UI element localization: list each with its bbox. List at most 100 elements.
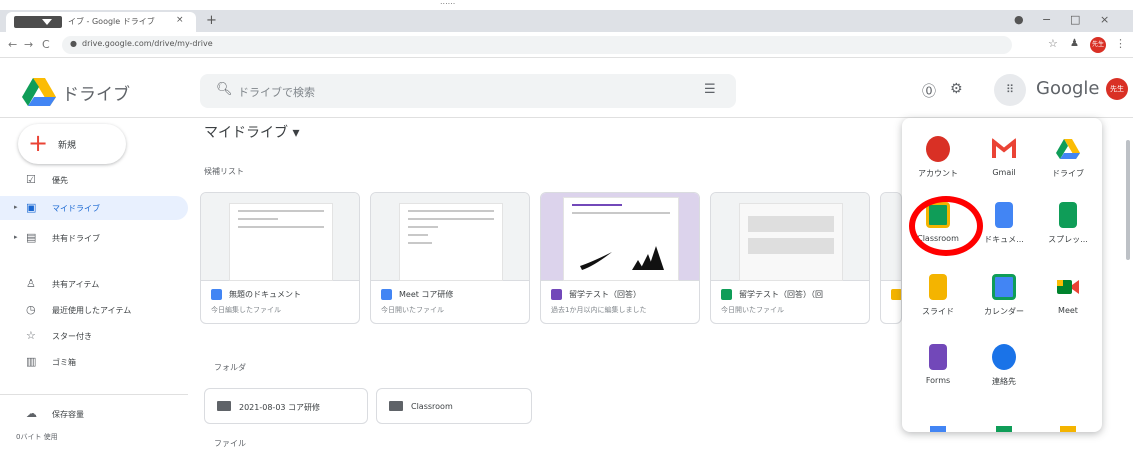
file-card[interactable]: 無題のドキュメント 今日編集したファイル bbox=[200, 192, 360, 324]
app-meet[interactable]: Meet bbox=[1038, 274, 1098, 334]
sheets-file-icon bbox=[721, 289, 732, 300]
expand-caret-icon[interactable]: ▸ bbox=[14, 233, 18, 241]
slides-icon bbox=[929, 274, 947, 300]
page-title[interactable]: マイドライブ ▾ bbox=[204, 122, 299, 142]
my-drive-icon: ▣ bbox=[26, 201, 37, 214]
forms-icon bbox=[929, 344, 947, 370]
folder-item[interactable]: 2021-08-03 コア研修 bbox=[204, 388, 368, 424]
app-label: スプレッ... bbox=[1048, 235, 1088, 244]
file-card[interactable]: 留学テスト（回答） 過去1か月以内に編集しました bbox=[540, 192, 700, 324]
google-apps-grid-icon[interactable]: ⠿ bbox=[994, 74, 1026, 106]
file-name: 留学テスト（回答）（回 bbox=[739, 290, 823, 299]
app-docs[interactable]: ドキュメ... bbox=[974, 202, 1034, 262]
tab-close-icon[interactable]: × bbox=[176, 15, 184, 25]
sidebar-item-recent[interactable]: ◷ 最近使用したアイテム bbox=[0, 298, 188, 322]
sidebar-item-shared-drives[interactable]: ▸ ▤ 共有ドライブ bbox=[0, 226, 188, 250]
contacts-icon bbox=[992, 344, 1016, 370]
window-close-button[interactable]: × bbox=[1100, 13, 1109, 26]
folder-icon bbox=[389, 401, 403, 411]
file-thumbnail bbox=[881, 193, 901, 281]
file-subtitle: 今日編集したファイル bbox=[211, 306, 281, 314]
file-card[interactable]: Meet コア研修 今日開いたファイル bbox=[370, 192, 530, 324]
app-drive[interactable]: ドライブ bbox=[1038, 136, 1098, 196]
file-card-partial[interactable] bbox=[880, 192, 902, 324]
folder-item[interactable]: Classroom bbox=[376, 388, 532, 424]
app-label: ドキュメ... bbox=[984, 235, 1024, 244]
browser-tab[interactable]: イブ - Google ドライブ × bbox=[6, 12, 196, 32]
help-icon[interactable]: ⓪ bbox=[922, 81, 936, 101]
drive-logo-text[interactable]: ドライブ bbox=[62, 80, 130, 105]
sidebar-item-storage[interactable]: ☁ 保存容量 bbox=[0, 402, 188, 426]
more-app-icon[interactable] bbox=[930, 426, 946, 432]
docs-file-icon bbox=[211, 289, 222, 300]
app-sheets[interactable]: スプレッ... bbox=[1038, 202, 1098, 262]
drive-logo-icon[interactable] bbox=[22, 78, 56, 106]
maximize-button[interactable]: □ bbox=[1070, 13, 1080, 26]
minimize-button[interactable]: − bbox=[1042, 13, 1051, 26]
sidebar-item-label: ゴミ箱 bbox=[52, 358, 76, 367]
sidebar-item-starred[interactable]: ☆ スター付き bbox=[0, 324, 188, 348]
browser-profile-avatar[interactable]: 先生 bbox=[1090, 37, 1106, 53]
settings-gear-icon[interactable]: ⚙ bbox=[950, 81, 963, 97]
back-icon[interactable]: ← bbox=[8, 38, 17, 51]
star-icon: ☆ bbox=[26, 329, 36, 342]
new-tab-button[interactable]: + bbox=[206, 13, 217, 28]
file-name: 無題のドキュメント bbox=[229, 290, 301, 299]
sidebar-item-priority[interactable]: ☑ 優先 bbox=[0, 168, 188, 192]
search-options-icon[interactable]: ☰ bbox=[704, 82, 716, 97]
app-label: Meet bbox=[1058, 306, 1078, 315]
logos-image bbox=[580, 246, 664, 270]
drive-icon bbox=[1056, 139, 1080, 159]
file-thumbnail bbox=[201, 193, 359, 281]
expand-caret-icon[interactable]: ▸ bbox=[14, 203, 18, 211]
sidebar-item-trash[interactable]: ▥ ゴミ箱 bbox=[0, 350, 188, 374]
apps-panel-scrollbar[interactable] bbox=[1126, 140, 1130, 260]
sidebar-item-label: 共有アイテム bbox=[52, 280, 100, 289]
trash-icon: ▥ bbox=[26, 355, 37, 368]
search-box[interactable]: 🔍︎ ドライブで検索 ☰ bbox=[200, 74, 736, 108]
app-label: カレンダー bbox=[984, 307, 1024, 316]
app-account[interactable]: アカウント bbox=[908, 136, 968, 196]
folder-icon bbox=[217, 401, 231, 411]
file-subtitle: 今日開いたファイル bbox=[381, 306, 444, 314]
highlight-circle bbox=[909, 196, 983, 256]
address-bar[interactable]: ● drive.google.com/drive/my-drive bbox=[62, 36, 1012, 54]
extensions-icon[interactable]: ♟ bbox=[1070, 38, 1079, 49]
search-icon[interactable]: 🔍︎ bbox=[216, 82, 233, 97]
shared-with-me-icon: ♙ bbox=[26, 277, 36, 290]
folder-name: 2021-08-03 コア研修 bbox=[239, 403, 321, 412]
app-slides[interactable]: スライド bbox=[908, 274, 968, 334]
file-thumbnail bbox=[711, 193, 869, 281]
account-avatar[interactable]: 先生 bbox=[1106, 78, 1128, 100]
reload-icon[interactable]: C bbox=[42, 38, 50, 51]
bookmark-star-icon[interactable]: ☆ bbox=[1048, 37, 1058, 50]
app-gmail[interactable]: Gmail bbox=[974, 136, 1034, 196]
app-contacts[interactable]: 連絡先 bbox=[974, 344, 1034, 404]
app-forms[interactable]: Forms bbox=[908, 344, 968, 404]
sidebar-item-my-drive[interactable]: ▸ ▣ マイドライブ bbox=[0, 196, 188, 220]
tab-favicon bbox=[14, 16, 62, 28]
forms-file-icon bbox=[551, 289, 562, 300]
more-app-icon[interactable] bbox=[1060, 426, 1076, 432]
file-card[interactable]: 留学テスト（回答）（回 今日開いたファイル bbox=[710, 192, 870, 324]
app-label: スライド bbox=[922, 307, 954, 316]
app-calendar[interactable]: カレンダー bbox=[974, 274, 1034, 334]
app-label: アカウント bbox=[918, 169, 958, 178]
quick-access-heading: 候補リスト bbox=[204, 167, 244, 176]
search-input[interactable]: ドライブで検索 bbox=[238, 84, 315, 100]
sidebar-item-shared-with-me[interactable]: ♙ 共有アイテム bbox=[0, 272, 188, 296]
screenshot-caption: ...... bbox=[0, 0, 1133, 10]
browser-menu-icon[interactable]: ⋮ bbox=[1115, 37, 1126, 50]
storage-quota-text: 0バイト 使用 bbox=[16, 433, 58, 441]
more-app-icon[interactable] bbox=[996, 426, 1012, 432]
forward-icon[interactable]: → bbox=[24, 38, 33, 51]
drive-header: ドライブ 🔍︎ ドライブで検索 ☰ ⓪ ⚙ ⠿ Google 先生 bbox=[0, 58, 1133, 118]
app-label: Gmail bbox=[992, 168, 1016, 177]
new-button[interactable]: + 新規 bbox=[18, 124, 126, 164]
app-label: ドライブ bbox=[1052, 169, 1084, 178]
sidebar-item-label: スター付き bbox=[52, 332, 92, 341]
sidebar-item-label: 共有ドライブ bbox=[52, 234, 100, 243]
browser-tab-bar: イブ - Google ドライブ × + ● − □ × bbox=[0, 10, 1133, 32]
google-apps-panel: アカウント Gmail ドライブ Classroom ドキュメ... スプレッ.… bbox=[902, 118, 1102, 432]
files-heading: ファイル bbox=[214, 439, 246, 448]
